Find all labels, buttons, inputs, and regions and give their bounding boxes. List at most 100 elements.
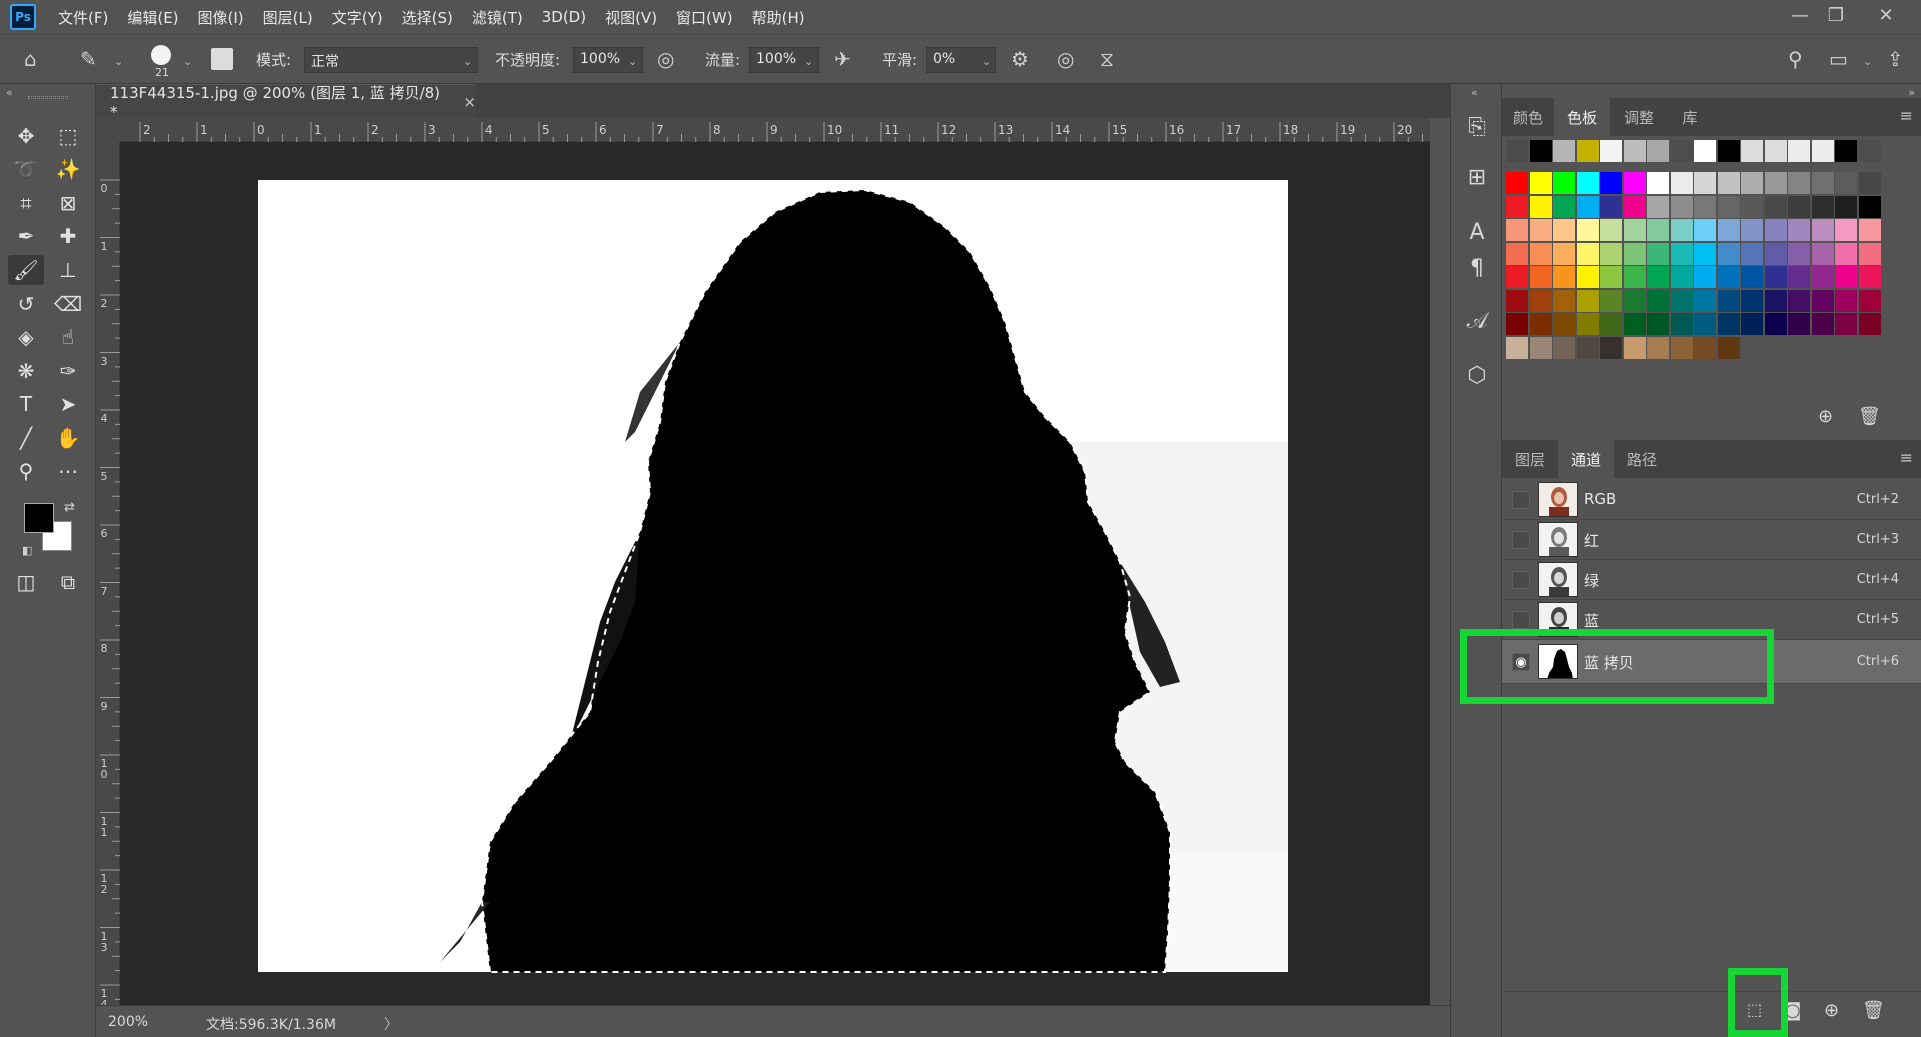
color-swatch[interactable]: [1835, 266, 1857, 288]
collapse-icon[interactable]: «: [6, 86, 13, 99]
glyphs-icon[interactable]: 𝒜: [1462, 306, 1492, 336]
drag-handle[interactable]: [28, 96, 68, 99]
vertical-ruler[interactable]: 01234567891011121314: [96, 142, 120, 1010]
color-swatch[interactable]: [1694, 195, 1716, 218]
color-swatch[interactable]: [1741, 242, 1763, 265]
canvas-workspace[interactable]: [120, 142, 1430, 1005]
sponge-tool-icon[interactable]: ❋: [8, 356, 44, 386]
color-swatch[interactable]: [1529, 195, 1552, 218]
color-swatch[interactable]: [1670, 336, 1693, 359]
color-swatch[interactable]: [1576, 289, 1599, 312]
color-swatch[interactable]: [1811, 219, 1834, 241]
color-swatch[interactable]: [1788, 266, 1810, 288]
marquee-tool-icon[interactable]: ⬚: [50, 121, 86, 151]
line-tool-icon[interactable]: ╱: [8, 423, 44, 453]
menu-help[interactable]: 帮助(H): [752, 7, 805, 28]
workspace-icon[interactable]: ▭: [1829, 47, 1848, 71]
color-swatch[interactable]: [1553, 289, 1575, 312]
color-swatch[interactable]: [1623, 219, 1646, 241]
more-tools-icon[interactable]: ⋯: [50, 456, 86, 486]
swap-colors-icon[interactable]: ⇄: [64, 500, 75, 515]
color-swatch[interactable]: [1764, 313, 1787, 335]
color-swatch[interactable]: [1764, 242, 1787, 265]
type-tool-icon[interactable]: T: [8, 389, 44, 419]
smudge-tool-icon[interactable]: ☝: [50, 322, 86, 352]
color-swatch[interactable]: [1717, 336, 1740, 359]
collapse-icon[interactable]: «: [1471, 86, 1478, 99]
menu-3d[interactable]: 3D(D): [542, 8, 586, 26]
color-swatch[interactable]: [1788, 219, 1810, 241]
color-swatch[interactable]: [1623, 195, 1646, 218]
zoom-level[interactable]: 200%: [108, 1014, 148, 1030]
menu-layer[interactable]: 图层(L): [263, 7, 313, 28]
color-swatch[interactable]: [1741, 195, 1763, 218]
healing-brush-tool-icon[interactable]: ✚: [50, 221, 86, 251]
color-swatch[interactable]: [1694, 266, 1716, 288]
channel-row-red[interactable]: 红 Ctrl+3: [1502, 520, 1921, 560]
color-swatch[interactable]: [1741, 172, 1763, 194]
symmetry-icon[interactable]: ⧖: [1100, 47, 1114, 71]
search-icon[interactable]: ⚲: [1788, 47, 1803, 71]
path-selection-tool-icon[interactable]: ➤: [50, 389, 86, 419]
color-swatch[interactable]: [1647, 172, 1669, 194]
color-swatch[interactable]: [1835, 219, 1857, 241]
color-swatch[interactable]: [1576, 266, 1599, 288]
pressure-size-icon[interactable]: ◎: [1057, 47, 1074, 71]
menu-select[interactable]: 选择(S): [402, 7, 453, 28]
menu-image[interactable]: 图像(I): [198, 7, 244, 28]
color-swatch[interactable]: [1506, 266, 1528, 288]
vertical-scrollbar[interactable]: [1430, 118, 1450, 1005]
color-swatch[interactable]: [1553, 195, 1575, 218]
color-swatch[interactable]: [1553, 336, 1575, 359]
color-swatch[interactable]: [1858, 195, 1881, 218]
menu-type[interactable]: 文字(Y): [332, 7, 383, 28]
ruler-corner[interactable]: [96, 118, 120, 142]
recent-swatch[interactable]: [1647, 140, 1669, 162]
tab-paths[interactable]: 路径: [1614, 440, 1670, 478]
color-swatch[interactable]: [1788, 289, 1810, 312]
close-tab-icon[interactable]: ×: [463, 93, 476, 111]
color-swatch[interactable]: [1576, 219, 1599, 241]
mode-select[interactable]: 正常: [304, 47, 478, 73]
panel-menu-icon[interactable]: ≡: [1900, 448, 1913, 467]
color-swatch[interactable]: [1670, 172, 1693, 194]
color-swatch[interactable]: [1506, 336, 1528, 359]
color-swatch[interactable]: [1670, 195, 1693, 218]
color-swatch[interactable]: [1835, 313, 1857, 335]
chevron-down-icon[interactable]: ⌄: [183, 55, 192, 68]
chevron-down-icon[interactable]: ⌄: [114, 55, 123, 68]
color-swatch[interactable]: [1506, 313, 1528, 335]
delete-channel-icon[interactable]: 🗑: [1862, 1000, 1885, 1021]
brush-preset-icon[interactable]: ✎: [80, 47, 97, 71]
color-swatch[interactable]: [1529, 242, 1552, 265]
zoom-tool-icon[interactable]: ⚲: [8, 456, 44, 486]
tab-layers[interactable]: 图层: [1502, 440, 1558, 478]
color-swatch[interactable]: [1623, 289, 1646, 312]
color-swatch[interactable]: [1576, 195, 1599, 218]
history-brush-tool-icon[interactable]: ↺: [8, 289, 44, 319]
recent-swatch[interactable]: [1858, 140, 1881, 162]
color-swatch[interactable]: [1553, 172, 1575, 194]
color-swatch[interactable]: [1600, 219, 1622, 241]
channel-row-rgb[interactable]: RGB Ctrl+2: [1502, 480, 1921, 520]
color-swatch[interactable]: [1811, 313, 1834, 335]
color-swatch[interactable]: [1600, 313, 1622, 335]
color-swatch[interactable]: [1764, 172, 1787, 194]
crop-tool-icon[interactable]: ⌗: [8, 188, 44, 218]
color-swatch[interactable]: [1741, 289, 1763, 312]
color-swatch[interactable]: [1529, 336, 1552, 359]
recent-swatch[interactable]: [1764, 140, 1787, 162]
eraser-tool-icon[interactable]: ⌫: [50, 289, 86, 319]
recent-swatch[interactable]: [1741, 140, 1763, 162]
brush-tip-icon[interactable]: [151, 45, 171, 65]
magic-wand-tool-icon[interactable]: ✨: [50, 154, 86, 184]
gear-icon[interactable]: ⚙: [1011, 47, 1029, 71]
color-swatch[interactable]: [1788, 172, 1810, 194]
color-swatch[interactable]: [1529, 289, 1552, 312]
color-swatch[interactable]: [1717, 289, 1740, 312]
lasso-tool-icon[interactable]: ➰: [8, 154, 44, 184]
color-swatch[interactable]: [1529, 313, 1552, 335]
color-swatch[interactable]: [1835, 289, 1857, 312]
color-swatch[interactable]: [1576, 172, 1599, 194]
color-swatch[interactable]: [1835, 172, 1857, 194]
